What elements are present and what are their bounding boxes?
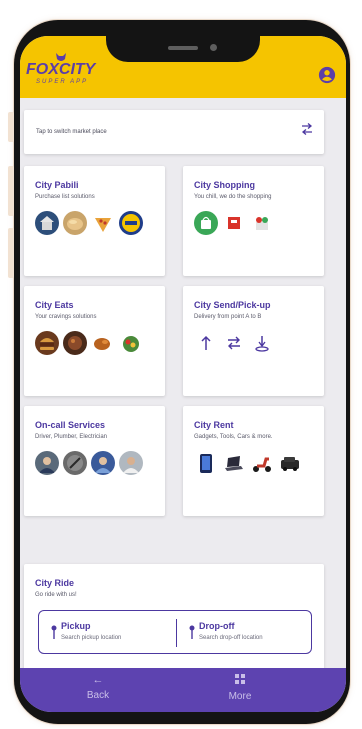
- store-thumb-icon: [35, 211, 59, 235]
- arrow-left-icon: ←: [92, 674, 104, 686]
- phone-gadget-icon: [194, 451, 218, 475]
- nav-back-button[interactable]: ← Back: [58, 674, 138, 701]
- dropoff-label: Drop-off: [199, 621, 235, 631]
- service-tile-city-send-pickup[interactable]: City Send/Pick-up Delivery from point A …: [183, 286, 324, 396]
- service-tile-city-pabili[interactable]: City Pabili Purchase list solutions: [24, 166, 165, 276]
- swap-arrows-icon[interactable]: [300, 122, 314, 136]
- phone-side-button: [8, 228, 14, 278]
- burger-icon: [35, 331, 59, 355]
- pickup-label: Pickup: [61, 621, 91, 631]
- market-switcher[interactable]: Tap to switch market place: [24, 110, 324, 154]
- logo-text: FOXCITY: [26, 61, 96, 78]
- logo-tagline: SUPER APP: [36, 79, 89, 85]
- tile-title: On-call Services: [35, 420, 106, 430]
- bottom-navigation: ← Back More: [20, 668, 346, 712]
- app-screen: FOXCITY SUPER APP Tap to switch market p…: [20, 36, 346, 712]
- bread-thumb-icon: [63, 211, 87, 235]
- fried-chicken-icon: [91, 331, 115, 355]
- shop-logo-icon: [222, 211, 246, 235]
- dropoff-placeholder[interactable]: Search drop-off location: [199, 635, 263, 641]
- market-switch-hint: Tap to switch market place: [36, 129, 107, 135]
- car-icon: [278, 451, 302, 475]
- service-tile-on-call-services[interactable]: On-call Services Driver, Plumber, Electr…: [24, 406, 165, 516]
- pickup-location-icon: [250, 331, 274, 355]
- nav-back-label: Back: [86, 690, 110, 701]
- service-tile-city-eats[interactable]: City Eats Your cravings solutions: [24, 286, 165, 396]
- tile-title: City Rent: [194, 420, 234, 430]
- tools-photo-icon: [63, 451, 87, 475]
- worker-photo-icon: [91, 451, 115, 475]
- brand-logo-icon: [119, 211, 143, 235]
- pizza-slice-icon: [91, 211, 115, 235]
- account-circle-icon[interactable]: [318, 66, 336, 84]
- service-tile-city-shopping[interactable]: City Shopping You chill, we do the shopp…: [183, 166, 324, 276]
- tile-subtitle: Purchase list solutions: [35, 194, 95, 200]
- grocery-bag-icon: [194, 211, 218, 235]
- technician-photo-icon: [119, 451, 143, 475]
- grid-menu-icon: [200, 674, 280, 687]
- app-logo[interactable]: FOXCITY SUPER APP: [26, 53, 96, 86]
- nav-more-button[interactable]: More: [200, 674, 280, 702]
- nav-more-label: More: [228, 691, 252, 702]
- phone-notch: [106, 36, 260, 62]
- tile-title: City Send/Pick-up: [194, 300, 271, 310]
- ride-divider: [176, 619, 177, 647]
- upload-arrow-icon: [194, 331, 218, 355]
- person-photo-icon: [35, 451, 59, 475]
- laptop-icon: [222, 451, 246, 475]
- tile-subtitle: Gadgets, Tools, Cars & more.: [194, 434, 273, 440]
- pickup-placeholder[interactable]: Search pickup location: [61, 635, 121, 641]
- ride-location-box: Pickup Search pickup location Drop-off S…: [38, 610, 312, 654]
- phone-side-button: [8, 112, 14, 142]
- fox-logo-icon: [56, 53, 66, 61]
- scooter-icon: [250, 451, 274, 475]
- salad-bowl-icon: [119, 331, 143, 355]
- main-content: Tap to switch market place City Pabili P…: [20, 98, 346, 682]
- tile-title: City Pabili: [35, 180, 79, 190]
- service-tile-city-rent[interactable]: City Rent Gadgets, Tools, Cars & more.: [183, 406, 324, 516]
- tile-subtitle: Your cravings solutions: [35, 314, 97, 320]
- gift-icon: [250, 211, 274, 235]
- tile-subtitle: Delivery from point A to B: [194, 314, 262, 320]
- ride-subtitle: Go ride with us!: [35, 592, 77, 598]
- ride-title: City Ride: [35, 578, 75, 588]
- tile-title: City Eats: [35, 300, 74, 310]
- food-plate-icon: [63, 331, 87, 355]
- phone-side-button: [8, 166, 14, 216]
- location-pin-icon: [51, 625, 57, 639]
- tile-subtitle: You chill, we do the shopping: [194, 194, 272, 200]
- tile-title: City Shopping: [194, 180, 255, 190]
- exchange-arrows-icon: [222, 331, 246, 355]
- tile-subtitle: Driver, Plumber, Electrician: [35, 434, 108, 440]
- location-pin-icon: [189, 625, 195, 639]
- city-ride-card: City Ride Go ride with us! Pickup Search…: [24, 564, 324, 682]
